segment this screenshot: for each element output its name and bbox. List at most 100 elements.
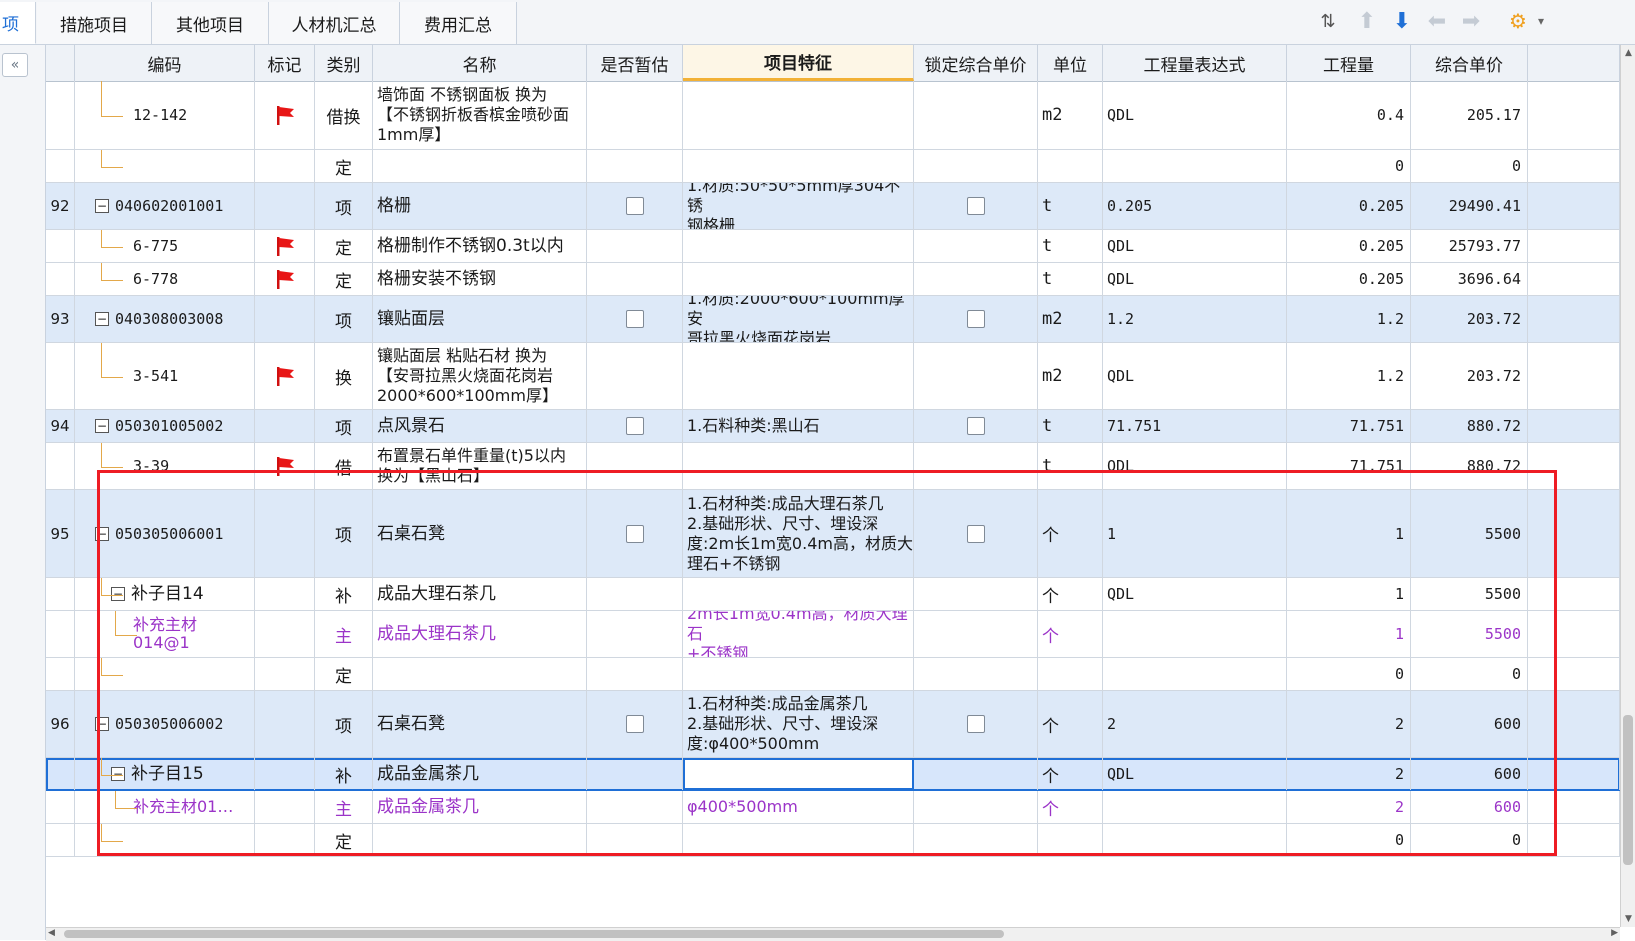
cell-flag[interactable]	[255, 443, 315, 489]
cell-lock[interactable]	[914, 658, 1038, 690]
quota-row[interactable]: − 补子目15 补成品金属茶几 个 QDL 2 600	[46, 758, 1620, 791]
cell-blank[interactable]	[1528, 691, 1620, 757]
header-name[interactable]: 名称	[373, 45, 587, 81]
cell-code[interactable]: −050305006002	[75, 691, 255, 757]
cell-num[interactable]: 96	[46, 691, 75, 757]
cell-est[interactable]	[587, 691, 683, 757]
cell-lock[interactable]	[914, 183, 1038, 229]
cell-name[interactable]: 墙饰面 不锈钢面板 换为 【不锈钢折板香槟金喷砂面 1mm厚】	[373, 81, 587, 149]
bill-item-row[interactable]: 94−050301005002 项点风景石 1.石料种类:黑山石 t 71.751 71.…	[46, 410, 1620, 443]
cell-expr[interactable]: QDL	[1103, 758, 1287, 790]
cell-unit[interactable]: 个	[1038, 791, 1103, 823]
move-right-icon[interactable]: ➡	[1456, 6, 1486, 36]
cell-est[interactable]	[587, 410, 683, 442]
cell-expr[interactable]	[1103, 150, 1287, 182]
header-row-number[interactable]	[46, 45, 75, 81]
cell-feature[interactable]	[683, 230, 914, 262]
cell-num[interactable]	[46, 824, 75, 856]
cell-unit[interactable]: 个	[1038, 490, 1103, 577]
cell-est[interactable]	[587, 490, 683, 577]
cell-est[interactable]	[587, 791, 683, 823]
horizontal-scroll-thumb[interactable]	[64, 930, 1004, 938]
scroll-down-icon[interactable]: ▼	[1621, 911, 1635, 927]
cell-name[interactable]: 格栅	[373, 183, 587, 229]
header-estimated[interactable]: 是否暂估	[587, 45, 683, 81]
cell-name[interactable]	[373, 824, 587, 856]
header-category[interactable]: 类别	[315, 45, 373, 81]
collapse-panel-button[interactable]: «	[2, 53, 28, 77]
cell-code[interactable]: −050301005002	[75, 410, 255, 442]
cell-blank[interactable]	[1528, 791, 1620, 823]
cell-blank[interactable]	[1528, 490, 1620, 577]
header-unit[interactable]: 单位	[1038, 45, 1103, 81]
sort-icon[interactable]: ⇅	[1313, 6, 1343, 36]
cell-qty[interactable]: 1	[1287, 490, 1411, 577]
cell-unit[interactable]: 个	[1038, 691, 1103, 757]
cell-qty[interactable]: 71.751	[1287, 443, 1411, 489]
cell-feature[interactable]: 1.材质:50*50*5mm厚304不锈 钢格栅	[683, 183, 914, 229]
collapse-node-icon[interactable]: −	[95, 199, 109, 213]
cell-price[interactable]: 5500	[1411, 490, 1528, 577]
cell-qty[interactable]: 0.205	[1287, 263, 1411, 295]
cell-lock[interactable]	[914, 81, 1038, 149]
collapse-node-icon[interactable]: −	[95, 312, 109, 326]
vertical-scroll-thumb[interactable]	[1623, 715, 1633, 865]
cell-blank[interactable]	[1528, 230, 1620, 262]
cell-lock[interactable]	[914, 691, 1038, 757]
quota-row[interactable]: − 补子目14 补成品大理石茶几 个 QDL 1 5500	[46, 578, 1620, 611]
cell-cat[interactable]: 主	[315, 791, 373, 823]
cell-blank[interactable]	[1528, 263, 1620, 295]
cell-flag[interactable]	[255, 343, 315, 409]
cell-flag[interactable]	[255, 611, 315, 657]
cell-expr[interactable]: 2	[1103, 691, 1287, 757]
cell-feature[interactable]	[683, 263, 914, 295]
scroll-left-icon[interactable]: ◀	[48, 928, 55, 938]
cell-qty[interactable]: 1	[1287, 611, 1411, 657]
cell-flag[interactable]	[255, 410, 315, 442]
cell-feature[interactable]	[683, 150, 914, 182]
tab-other-items[interactable]: 其他项目	[152, 2, 269, 44]
cell-flag[interactable]	[255, 658, 315, 690]
cell-unit[interactable]: m2	[1038, 343, 1103, 409]
cell-price[interactable]: 880.72	[1411, 410, 1528, 442]
cell-flag[interactable]	[255, 791, 315, 823]
cell-price[interactable]: 3696.64	[1411, 263, 1528, 295]
cell-cat[interactable]: 定	[315, 263, 373, 295]
cell-flag[interactable]	[255, 578, 315, 610]
cell-feature[interactable]: φ400*500mm	[683, 791, 914, 823]
cell-cat[interactable]: 定	[315, 658, 373, 690]
cell-est[interactable]	[587, 658, 683, 690]
cell-feature[interactable]	[683, 81, 914, 149]
cell-flag[interactable]	[255, 81, 315, 149]
cell-code[interactable]	[75, 824, 255, 856]
cell-code[interactable]: 6-775	[75, 230, 255, 262]
cell-lock[interactable]	[914, 611, 1038, 657]
cell-flag[interactable]	[255, 296, 315, 342]
cell-num[interactable]	[46, 611, 75, 657]
chevron-down-icon[interactable]: ▾	[1526, 6, 1556, 36]
header-code[interactable]: 编码	[75, 45, 255, 81]
cell-qty[interactable]: 0.205	[1287, 183, 1411, 229]
cell-blank[interactable]	[1528, 578, 1620, 610]
cell-expr[interactable]	[1103, 791, 1287, 823]
cell-est[interactable]	[587, 578, 683, 610]
header-lock-unit-price[interactable]: 锁定综合单价	[914, 45, 1038, 81]
lock-price-checkbox[interactable]	[966, 197, 985, 215]
header-quantity-expression[interactable]: 工程量表达式	[1103, 45, 1287, 81]
cell-expr[interactable]	[1103, 611, 1287, 657]
bill-item-row[interactable]: 95−050305006001 项石桌石凳 1.石材种类:成品大理石茶几 2.基础形…	[46, 490, 1620, 578]
quota-row[interactable]: 3-39 借布置景石单件重量(t)5以内 换为【黑山石】 t QDL 71.751 880…	[46, 443, 1620, 490]
cell-expr[interactable]: 1	[1103, 490, 1287, 577]
cell-lock[interactable]	[914, 824, 1038, 856]
cell-feature[interactable]: 1.石料种类:黑山石	[683, 410, 914, 442]
cell-price[interactable]: 203.72	[1411, 343, 1528, 409]
cell-unit[interactable]: t	[1038, 263, 1103, 295]
cell-code[interactable]: 补充主材01…	[75, 791, 255, 823]
cell-flag[interactable]	[255, 691, 315, 757]
cell-qty[interactable]: 0	[1287, 658, 1411, 690]
cell-cat[interactable]: 项	[315, 691, 373, 757]
cell-code[interactable]: 3-39	[75, 443, 255, 489]
cell-est[interactable]	[587, 611, 683, 657]
cell-name[interactable]: 成品大理石茶几	[373, 578, 587, 610]
cell-qty[interactable]: 1.2	[1287, 296, 1411, 342]
